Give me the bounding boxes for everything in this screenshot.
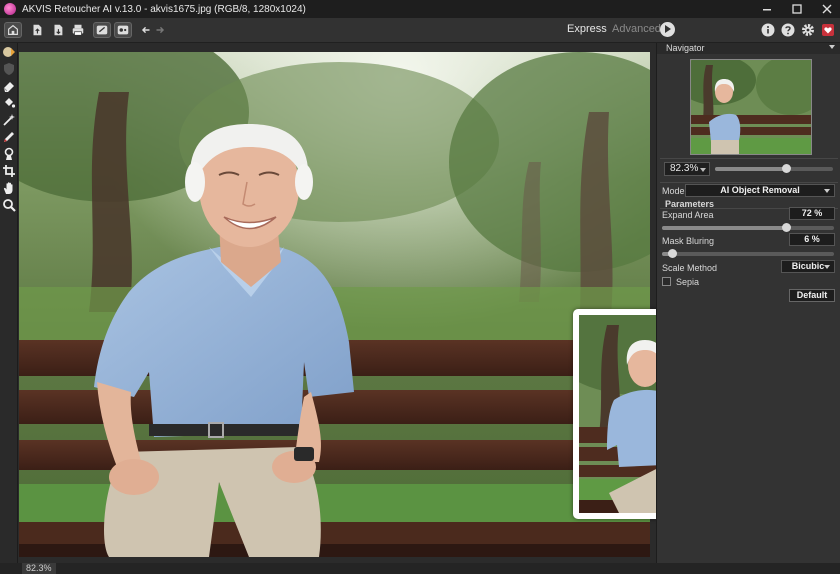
zoom-slider[interactable] xyxy=(715,164,833,173)
mode-dropdown[interactable]: AI Object Removal xyxy=(685,184,835,197)
sepia-checkbox[interactable] xyxy=(662,277,671,286)
plugins-icon[interactable] xyxy=(114,22,132,38)
mask-blurring-slider-thumb[interactable] xyxy=(668,249,678,258)
navigator-title: Navigator xyxy=(666,43,705,53)
minimize-icon[interactable] xyxy=(760,2,774,16)
app-logo-icon xyxy=(4,3,16,15)
sepia-label: Sepia xyxy=(676,277,700,287)
pencil-icon[interactable] xyxy=(2,130,16,144)
zoom-slider-fill xyxy=(715,167,786,171)
navigator-thumbnail[interactable] xyxy=(690,59,812,155)
window-title: AKVIS Retoucher AI v.13.0 - akvis1675.jp… xyxy=(22,3,306,15)
mask-blurring-label: Mask Bluring xyxy=(662,236,715,246)
status-zoom: 82.3% xyxy=(22,563,56,574)
clone-stamp-icon[interactable] xyxy=(2,147,16,161)
scale-method-dropdown[interactable]: Bicubic xyxy=(781,260,835,273)
default-button[interactable]: Default xyxy=(789,289,835,302)
mask-blurring-value[interactable]: 6 % xyxy=(789,233,835,246)
title-bar: AKVIS Retoucher AI v.13.0 - akvis1675.jp… xyxy=(0,0,840,18)
zoom-slider-thumb[interactable] xyxy=(781,164,791,173)
fill-bucket-icon[interactable] xyxy=(2,96,16,110)
settings-icon[interactable] xyxy=(801,23,815,37)
separator xyxy=(660,182,838,183)
donate-icon[interactable] xyxy=(821,23,835,37)
home-icon[interactable] xyxy=(4,22,22,38)
mode-express-tab[interactable]: Express xyxy=(567,23,607,35)
status-bar: 82.3% xyxy=(0,563,840,574)
magic-wand-icon[interactable] xyxy=(2,113,16,127)
main-toolbar: Express Advanced xyxy=(0,18,840,43)
mask-shield-icon[interactable] xyxy=(2,62,16,76)
tools-panel xyxy=(0,43,18,563)
mode-label: Mode: xyxy=(662,186,688,196)
remove-object-icon[interactable] xyxy=(2,45,16,59)
help-icon[interactable] xyxy=(781,23,795,37)
scale-method-label: Scale Method xyxy=(662,263,718,273)
hand-icon[interactable] xyxy=(2,181,16,195)
collapse-icon[interactable] xyxy=(829,45,835,49)
zoom-dropdown[interactable]: 82.3% xyxy=(664,162,710,176)
expand-area-slider-thumb[interactable] xyxy=(781,223,791,232)
share-icon[interactable] xyxy=(93,22,111,38)
expand-area-value[interactable]: 72 % xyxy=(789,207,835,220)
expand-area-label: Expand Area xyxy=(662,210,714,220)
redo-icon[interactable] xyxy=(151,22,169,38)
print-icon[interactable] xyxy=(69,22,87,38)
play-run-icon[interactable] xyxy=(660,22,675,37)
eraser-icon[interactable] xyxy=(2,79,16,93)
maximize-icon[interactable] xyxy=(790,2,804,16)
open-file-icon[interactable] xyxy=(28,22,46,38)
expand-area-slider-fill xyxy=(662,226,786,230)
separator xyxy=(660,158,838,159)
settings-panel: Navigator 82.3% Mode: AI Object Removal … xyxy=(656,43,840,563)
mask-blurring-slider[interactable] xyxy=(662,249,834,258)
save-file-icon[interactable] xyxy=(49,22,67,38)
expand-area-slider[interactable] xyxy=(662,223,834,232)
zoom-icon[interactable] xyxy=(2,198,16,212)
mode-advanced-tab[interactable]: Advanced xyxy=(612,23,661,35)
navigator-header: Navigator xyxy=(657,43,840,54)
crop-icon[interactable] xyxy=(2,164,16,178)
close-icon[interactable] xyxy=(820,2,834,16)
image-canvas[interactable] xyxy=(19,52,650,557)
info-icon[interactable] xyxy=(761,23,775,37)
